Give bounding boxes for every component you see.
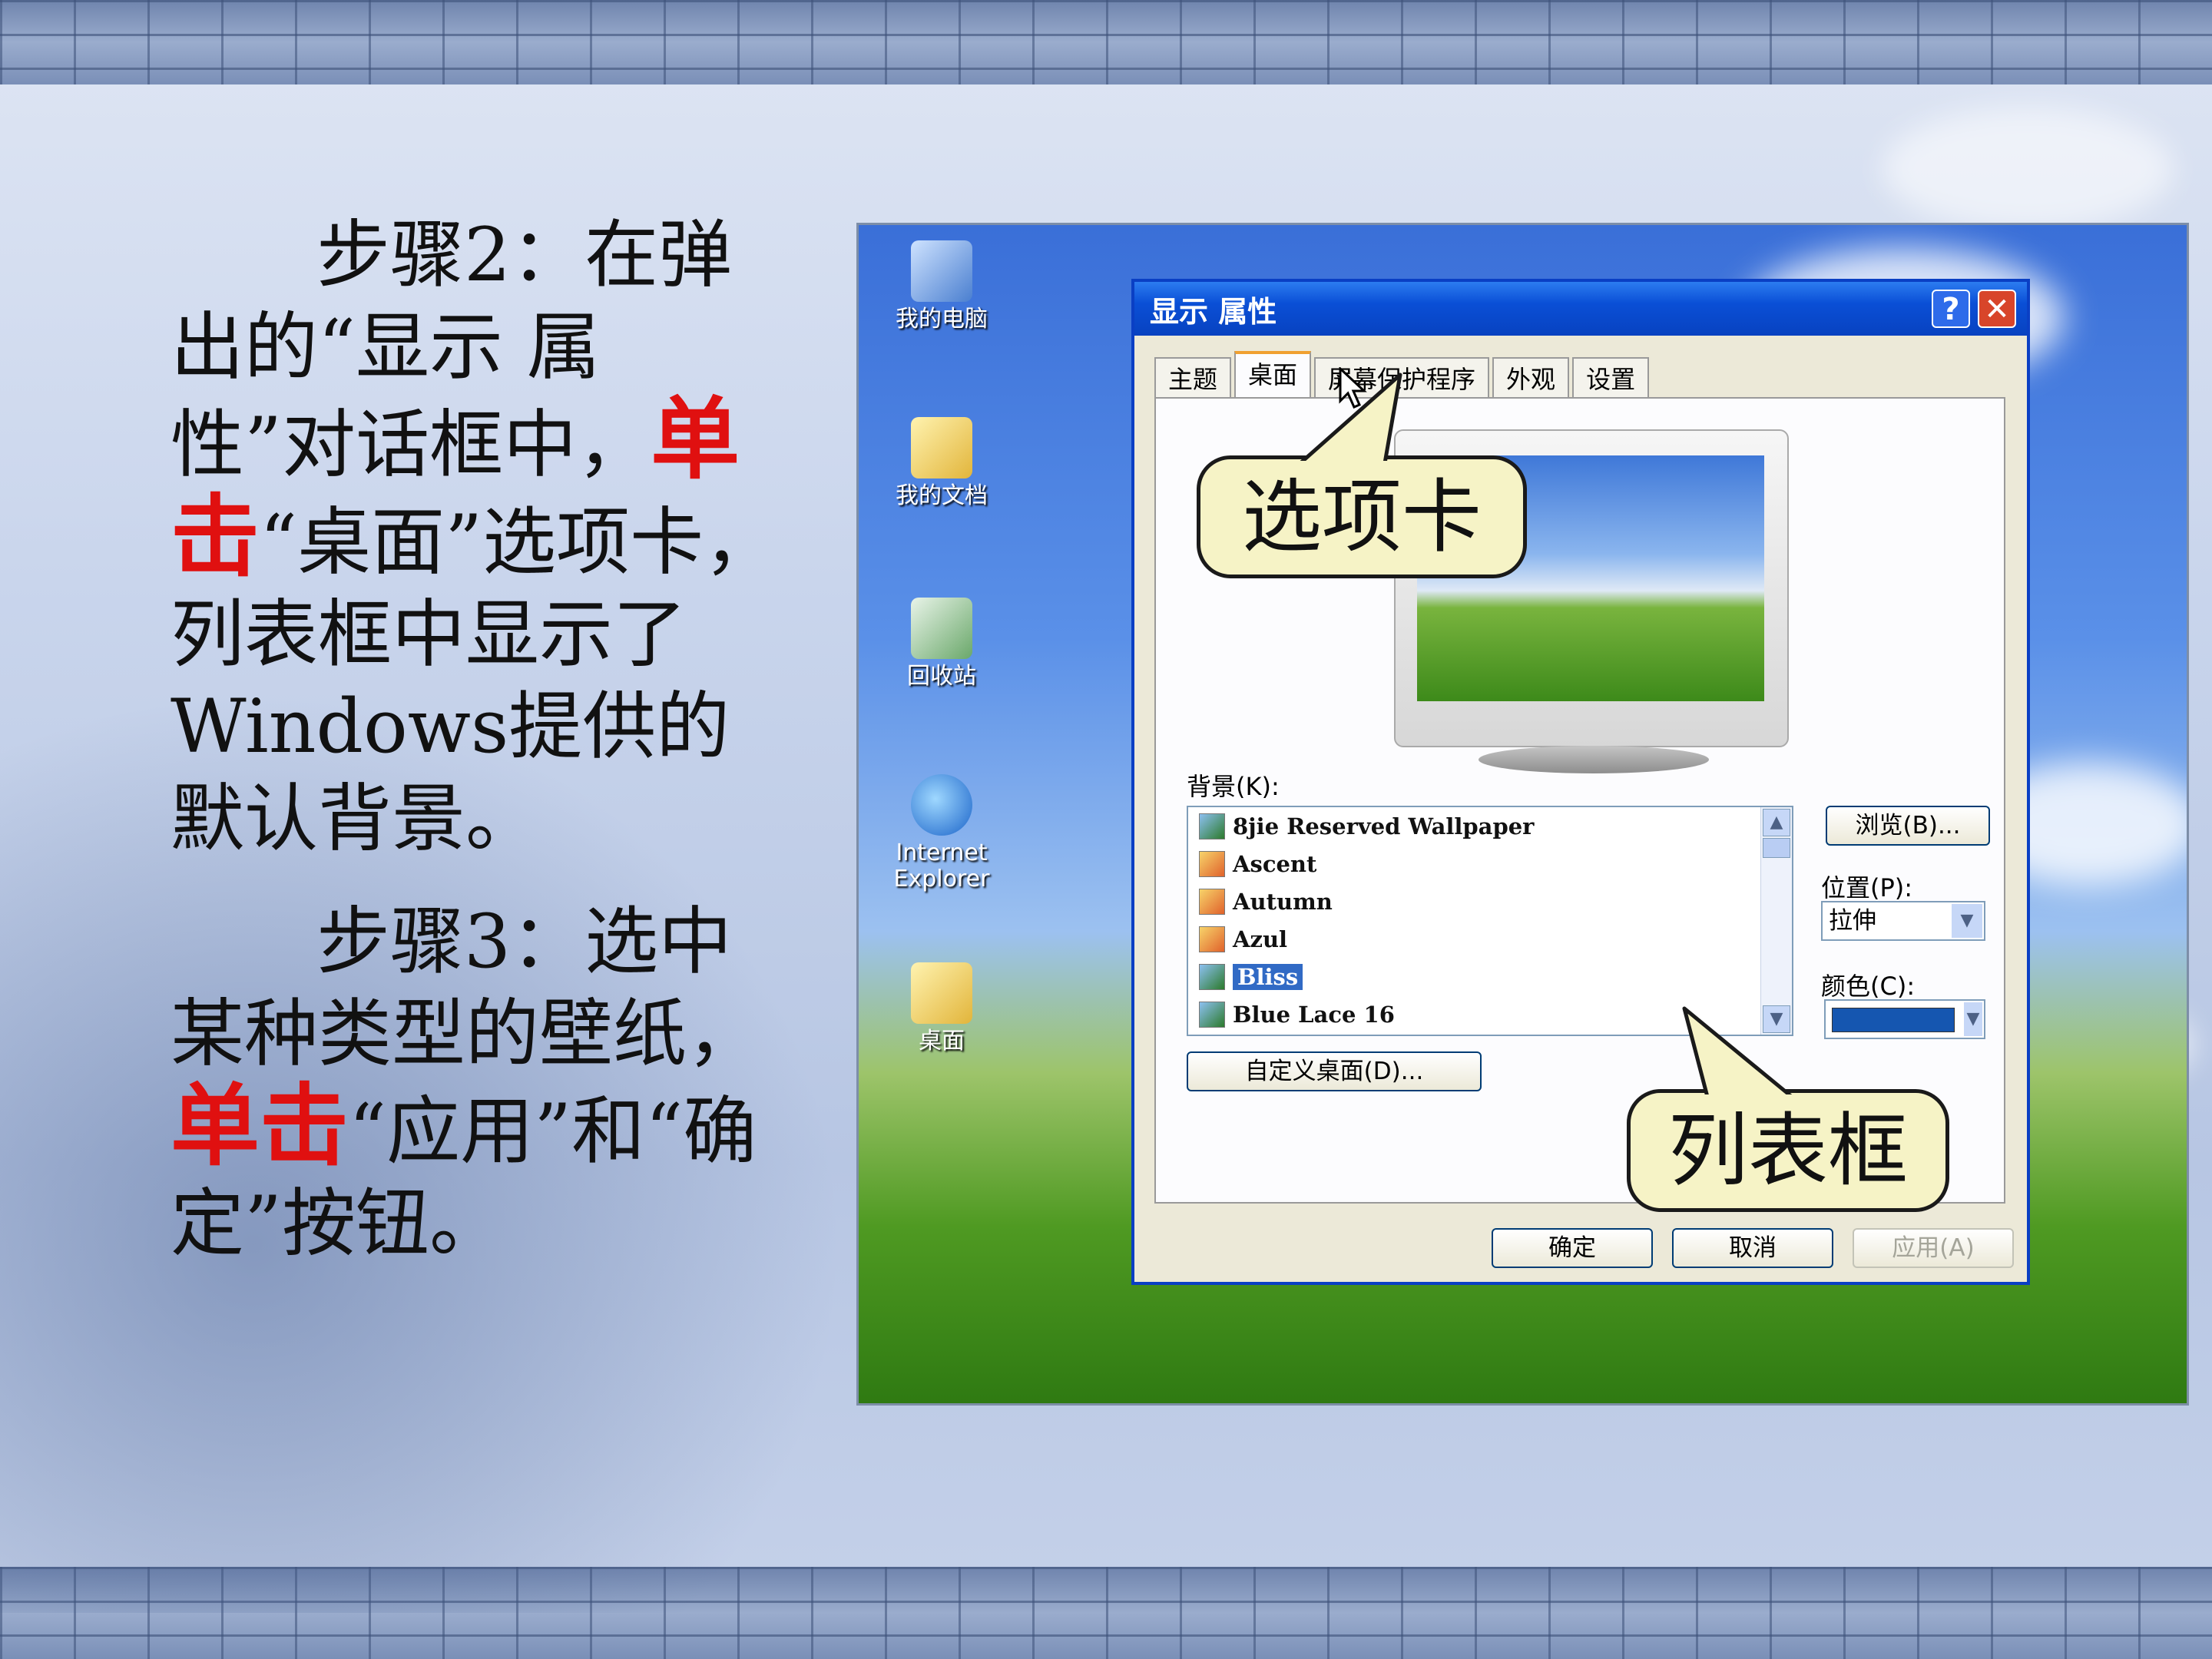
top-border-brick-wall	[0, 0, 2212, 84]
list-item[interactable]: Autumn	[1188, 882, 1792, 920]
step3-prefix: 步骤3：选中某种类型的壁纸，	[171, 899, 760, 1077]
image-file-icon	[1199, 850, 1225, 877]
browse-button[interactable]: 浏览(B)...	[1826, 806, 1990, 846]
my-documents-folder-icon	[911, 417, 972, 478]
cancel-button[interactable]: 取消	[1672, 1228, 1833, 1268]
step3-paragraph: 步骤3：选中某种类型的壁纸，单击“应用”和“确定”按钮。	[171, 896, 785, 1270]
list-item-selected[interactable]: Bliss	[1188, 958, 1792, 995]
callout-pointer	[1677, 1006, 1830, 1102]
position-select[interactable]: 拉伸 ▼	[1821, 901, 1985, 941]
desktop-icon-desktop-folder[interactable]: 桌面	[873, 962, 1011, 1055]
step2-paragraph: 步骤2：在弹出的“显示 属性”对话框中，单击“桌面”选项卡，列表框中显示了Win…	[171, 209, 785, 865]
color-swatch	[1832, 1008, 1955, 1032]
recycle-bin-icon	[911, 598, 972, 659]
desktop-icon-label: 我的电脑	[896, 306, 988, 333]
internet-explorer-icon	[911, 774, 972, 836]
tab-appearance[interactable]: 外观	[1492, 357, 1570, 400]
dialog-title: 显示 属性	[1150, 294, 1277, 329]
image-file-icon	[1199, 926, 1225, 952]
instruction-text: 步骤2：在弹出的“显示 属性”对话框中， 单击 “桌面”选项卡，列表框中显示了Win…	[171, 209, 785, 1270]
close-button[interactable]: ✕	[1978, 290, 2016, 328]
image-file-icon	[1199, 888, 1225, 915]
step3-action: 单击	[171, 1074, 349, 1178]
position-value: 拉伸	[1829, 907, 1876, 935]
listbox-scrollbar[interactable]: ▲ ▼	[1760, 807, 1792, 1035]
tab-themes[interactable]: 主题	[1154, 357, 1232, 400]
list-item[interactable]: Ascent	[1188, 845, 1792, 882]
apply-button[interactable]: 应用(A)	[1853, 1228, 2014, 1268]
desktop-icon-label: 我的文档	[896, 482, 988, 509]
tab-callout: 选项卡	[1197, 373, 1527, 578]
desktop-icon-label: Internet Explorer	[893, 839, 990, 892]
list-item[interactable]: Azul	[1188, 920, 1792, 958]
customize-desktop-button[interactable]: 自定义桌面(D)...	[1187, 1051, 1482, 1091]
chevron-down-icon[interactable]: ▼	[1964, 1002, 1982, 1036]
monitor-stand	[1479, 746, 1709, 773]
desktop-icon-label: 回收站	[907, 663, 976, 690]
background-listbox[interactable]: 8jie Reserved Wallpaper Ascent Autumn Az…	[1187, 806, 1793, 1036]
background-label: 背景(K):	[1187, 772, 1280, 801]
list-item[interactable]: 8jie Reserved Wallpaper	[1188, 807, 1792, 845]
my-computer-icon	[911, 240, 972, 302]
desktop-icon-recycle-bin[interactable]: 回收站	[873, 598, 1011, 690]
image-file-icon	[1199, 963, 1225, 990]
desktop-icon-internet-explorer[interactable]: Internet Explorer	[873, 774, 1011, 892]
desktop-icon-my-computer[interactable]: 我的电脑	[873, 240, 1011, 333]
image-file-icon	[1199, 1001, 1225, 1028]
desktop-icon-my-documents[interactable]: 我的文档	[873, 417, 1011, 509]
dialog-titlebar[interactable]: 显示 属性 ? ✕	[1134, 282, 2027, 336]
tab-settings[interactable]: 设置	[1572, 357, 1650, 400]
image-file-icon	[1199, 813, 1225, 839]
color-picker[interactable]: ▼	[1824, 999, 1985, 1039]
windows-xp-screenshot: 我的电脑 我的文档 回收站 Internet Explorer 桌面 显示 属性…	[856, 223, 2189, 1406]
chevron-down-icon[interactable]: ▼	[1952, 904, 1982, 938]
folder-icon	[911, 962, 972, 1024]
step2-prefix: 步骤2：在弹出的“显示 属性”对话框中，	[171, 212, 733, 488]
color-label: 颜色(C):	[1821, 972, 1916, 1001]
listbox-callout: 列表框	[1627, 1006, 1949, 1212]
scroll-up-icon[interactable]: ▲	[1763, 809, 1790, 836]
tab-callout-text: 选项卡	[1241, 470, 1482, 564]
callout-pointer	[1285, 373, 1439, 469]
position-label: 位置(P):	[1821, 873, 1913, 902]
background-cloud	[1882, 108, 2174, 230]
help-button[interactable]: ?	[1932, 290, 1970, 328]
listbox-callout-text: 列表框	[1667, 1104, 1908, 1197]
scroll-thumb[interactable]	[1763, 838, 1790, 858]
ok-button[interactable]: 确定	[1492, 1228, 1653, 1268]
desktop-icon-label: 桌面	[919, 1028, 965, 1055]
step2-suffix: “桌面”选项卡，列表框中显示了Windows提供的默认背景。	[171, 499, 778, 862]
